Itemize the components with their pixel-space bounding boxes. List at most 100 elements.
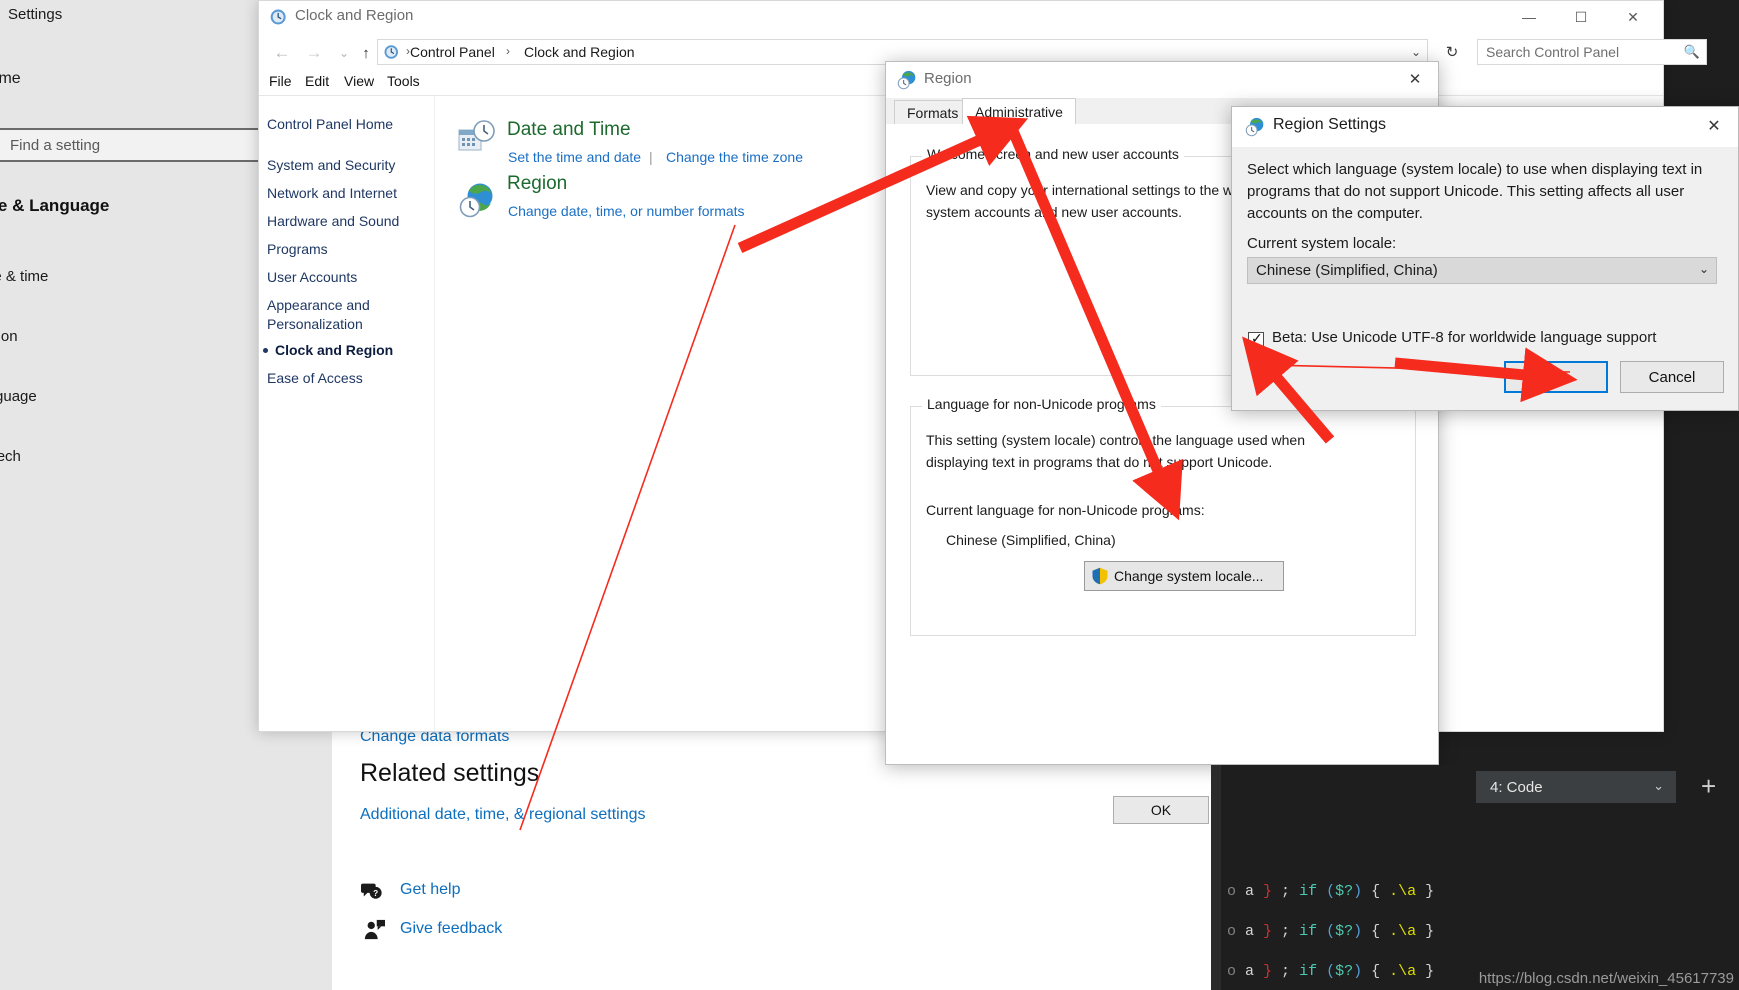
code-pane-selector[interactable]: 4: Code ⌄ xyxy=(1476,771,1676,803)
search-icon[interactable]: 🔍 xyxy=(1684,44,1700,60)
region-settings-desc-line1: Select which language (system locale) to… xyxy=(1247,161,1703,178)
sidebar-item-programs[interactable]: Programs xyxy=(267,241,328,257)
utf8-beta-checkbox[interactable]: ✓ xyxy=(1248,330,1264,348)
related-settings-heading: Related settings xyxy=(360,759,540,787)
system-locale-select[interactable]: Chinese (Simplified, China) ⌄ xyxy=(1247,257,1717,284)
control-panel-title: Clock and Region xyxy=(295,7,414,24)
give-feedback-link[interactable]: Give feedback xyxy=(400,920,502,938)
uac-shield-icon xyxy=(1092,567,1108,585)
settings-app-title: Settings xyxy=(8,6,63,23)
close-button[interactable]: ✕ xyxy=(1607,1,1659,33)
checkmark-icon: ✓ xyxy=(1251,330,1263,346)
sidebar-item-ease-of-access[interactable]: Ease of Access xyxy=(267,370,363,386)
region-dialog-title: Region xyxy=(924,70,972,87)
settings-home-link[interactable]: Home xyxy=(0,70,21,88)
settings-search-placeholder: Find a setting xyxy=(10,137,101,154)
settings-section-title: Time & Language xyxy=(0,196,110,215)
watermark-text: https://blog.csdn.net/weixin_45617739 xyxy=(1478,970,1734,987)
control-panel-sidebar: Control Panel Home System and Security N… xyxy=(259,96,435,731)
get-help-link[interactable]: Get help xyxy=(400,881,460,899)
chevron-down-icon[interactable]: ⌄ xyxy=(1653,778,1664,794)
current-language-value: Chinese (Simplified, China) xyxy=(946,532,1116,548)
link-change-the-time-zone[interactable]: Change the time zone xyxy=(666,149,803,165)
change-system-locale-label: Change system locale... xyxy=(1114,568,1264,584)
sidebar-item-hardware-and-sound[interactable]: Hardware and Sound xyxy=(267,213,399,229)
region-globe-icon xyxy=(459,183,493,218)
minimize-button[interactable]: — xyxy=(1503,1,1555,33)
additional-regional-settings-link[interactable]: Additional date, time, & regional settin… xyxy=(360,806,646,824)
search-placeholder: Search Control Panel xyxy=(1486,44,1620,60)
region-ok-button[interactable]: OK xyxy=(1113,796,1209,824)
settings-search-input[interactable]: Find a setting xyxy=(0,128,260,162)
link-set-the-time-and-date[interactable]: Set the time and date xyxy=(508,149,641,165)
link-change-date-time-or-number-formats[interactable]: Change date, time, or number formats xyxy=(508,203,745,219)
code-terminal-pane: 4: Code ⌄ + o a } ; if ($?) { .\a } o a … xyxy=(1211,765,1739,990)
settings-nav-speech[interactable]: Speech xyxy=(0,448,21,465)
sidebar-item-appearance-line2[interactable]: Personalization xyxy=(267,316,363,332)
sidebar-item-appearance-line1[interactable]: Appearance and xyxy=(267,297,370,313)
non-unicode-desc-line2: displaying text in programs that do not … xyxy=(926,454,1273,470)
feedback-person-icon xyxy=(364,919,385,940)
tab-administrative[interactable]: Administrative xyxy=(962,98,1076,125)
region-dialog-titlebar[interactable]: Region ✕ xyxy=(886,62,1438,98)
tab-formats[interactable]: Formats xyxy=(894,100,972,125)
settings-nav-region[interactable]: Region xyxy=(0,328,18,345)
non-unicode-desc-line1: This setting (system locale) controls th… xyxy=(926,432,1305,448)
welcome-screen-group-legend: Welcome screen and new user accounts xyxy=(922,146,1184,162)
menu-tools[interactable]: Tools xyxy=(387,73,420,89)
region-settings-desc-line3: accounts on the computer. xyxy=(1247,205,1423,222)
settings-nav-language[interactable]: Language xyxy=(0,388,37,405)
clock-region-icon xyxy=(384,45,398,59)
date-time-icon xyxy=(458,120,495,151)
utf8-beta-checkbox-label[interactable]: Beta: Use Unicode UTF-8 for worldwide la… xyxy=(1272,329,1656,346)
settings-nav-date-time[interactable]: Date & time xyxy=(0,268,48,285)
sidebar-item-control-panel-home[interactable]: Control Panel Home xyxy=(267,116,393,132)
maximize-button[interactable]: ☐ xyxy=(1555,1,1607,33)
search-input[interactable]: Search Control Panel 🔍 xyxy=(1477,39,1707,65)
code-line: o a } ; if ($?) { .\a } xyxy=(1227,883,1435,900)
forward-button[interactable]: → xyxy=(302,41,326,65)
chevron-down-icon[interactable]: ⌄ xyxy=(1699,262,1709,276)
region-settings-ok-button[interactable]: OK xyxy=(1504,361,1608,393)
region-settings-titlebar[interactable]: Region Settings ✕ xyxy=(1232,107,1738,147)
back-button[interactable]: ← xyxy=(270,41,294,65)
clock-region-icon xyxy=(270,9,286,25)
chevron-down-icon[interactable]: ⌄ xyxy=(1411,45,1421,59)
sidebar-item-clock-and-region[interactable]: Clock and Region xyxy=(275,342,393,358)
welcome-screen-desc-line2: system accounts and new user accounts. xyxy=(926,204,1183,220)
menu-view[interactable]: View xyxy=(344,73,374,89)
code-pane-selector-label: 4: Code xyxy=(1490,778,1543,796)
code-line: o a } ; if ($?) { .\a } xyxy=(1227,923,1435,940)
change-system-locale-button[interactable]: Change system locale... xyxy=(1084,561,1284,591)
sidebar-item-system-and-security[interactable]: System and Security xyxy=(267,157,395,173)
up-button[interactable]: ↑ xyxy=(354,41,378,65)
menu-edit[interactable]: Edit xyxy=(305,73,329,89)
sidebar-item-user-accounts[interactable]: User Accounts xyxy=(267,269,357,285)
current-language-label: Current language for non-Unicode program… xyxy=(926,502,1205,518)
breadcrumb-item-control-panel[interactable]: Control Panel xyxy=(410,44,495,60)
control-panel-titlebar[interactable]: Clock and Region — ☐ ✕ xyxy=(259,1,1663,35)
category-title-region[interactable]: Region xyxy=(507,173,567,195)
sidebar-item-network-and-internet[interactable]: Network and Internet xyxy=(267,185,397,201)
non-unicode-group-legend: Language for non-Unicode programs xyxy=(922,396,1161,412)
help-bubble-icon: ? xyxy=(361,883,382,899)
category-title-date-and-time[interactable]: Date and Time xyxy=(507,119,631,141)
category-link-separator: | xyxy=(649,149,653,165)
current-item-bullet-icon xyxy=(263,348,268,353)
region-settings-cancel-button[interactable]: Cancel xyxy=(1620,361,1724,393)
current-system-locale-label: Current system locale: xyxy=(1247,235,1397,252)
recent-locations-button[interactable]: ⌄ xyxy=(332,41,356,65)
region-globe-icon xyxy=(897,70,916,90)
plus-icon[interactable]: + xyxy=(1701,773,1716,799)
region-settings-title: Region Settings xyxy=(1273,116,1386,133)
close-icon[interactable]: ✕ xyxy=(1692,109,1736,143)
close-icon[interactable]: ✕ xyxy=(1392,62,1438,96)
svg-text:?: ? xyxy=(373,889,378,898)
code-pane-toolbar: 4: Code ⌄ + xyxy=(1221,765,1739,807)
code-pane-left-strip xyxy=(1211,765,1221,990)
refresh-icon[interactable]: ↻ xyxy=(1439,39,1465,65)
breadcrumb-item-clock-and-region[interactable]: Clock and Region xyxy=(524,44,635,60)
breadcrumb-separator: › xyxy=(506,44,510,58)
region-globe-icon xyxy=(1245,117,1264,137)
menu-file[interactable]: File xyxy=(269,73,292,89)
